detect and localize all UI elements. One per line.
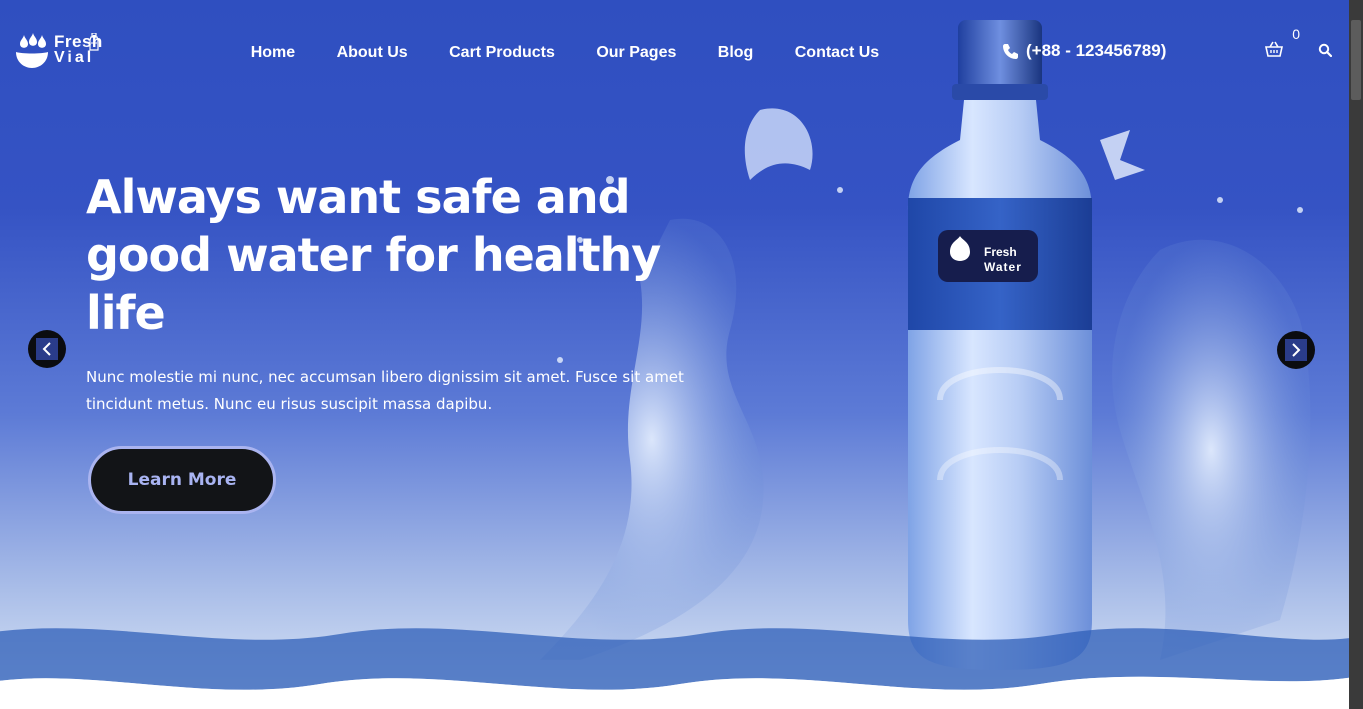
cart-button[interactable]: 0	[1240, 22, 1308, 76]
basket-icon	[1265, 41, 1283, 57]
slider-next-button[interactable]	[1277, 331, 1315, 369]
bottle-label-line2: Water	[984, 260, 1022, 274]
hero-description: Nunc molestie mi nunc, nec accumsan libe…	[86, 368, 684, 413]
chevron-left-icon	[42, 342, 51, 356]
nav-blog[interactable]: Blog	[718, 44, 754, 62]
phone-icon	[1003, 44, 1018, 59]
main-navigation: Home About Us Cart Products Our Pages Bl…	[214, 18, 916, 88]
slider-prev-button[interactable]	[28, 330, 66, 368]
cart-count-badge: 0	[1292, 26, 1300, 42]
site-header: Fresh Vial Home About Us Cart Products O…	[0, 0, 1349, 100]
logo-text-line2: Vial	[54, 49, 95, 66]
scrollbar-thumb[interactable]	[1351, 20, 1361, 100]
water-wave-decoration	[0, 628, 1349, 692]
page-scrollbar[interactable]	[1349, 0, 1363, 709]
site-logo[interactable]: Fresh Vial	[14, 14, 128, 86]
nav-home[interactable]: Home	[251, 44, 295, 62]
chevron-right-icon	[1292, 343, 1301, 357]
nav-cart-products[interactable]: Cart Products	[449, 44, 555, 62]
phone-number[interactable]: (+88 - 123456789)	[1026, 41, 1166, 61]
header-phone[interactable]: (+88 - 123456789)	[982, 20, 1220, 82]
nav-contact-us[interactable]: Contact Us	[795, 44, 879, 62]
hero-content: Always want safe and good water for heal…	[64, 158, 706, 546]
learn-more-button[interactable]: Learn More	[88, 446, 276, 514]
search-button[interactable]	[1310, 28, 1340, 72]
nav-our-pages[interactable]: Our Pages	[596, 44, 676, 62]
bottle-label-line1: Fresh	[984, 245, 1017, 259]
page: Fresh Water Fresh Vial Home About Us Car…	[0, 0, 1349, 709]
nav-about-us[interactable]: About Us	[337, 44, 408, 62]
bottle-icon	[89, 33, 99, 51]
water-bottle-illustration: Fresh Water	[908, 20, 1092, 670]
search-icon	[1318, 43, 1332, 57]
hero-title: Always want safe and good water for heal…	[86, 170, 661, 340]
water-drops-logo-icon	[16, 33, 48, 68]
